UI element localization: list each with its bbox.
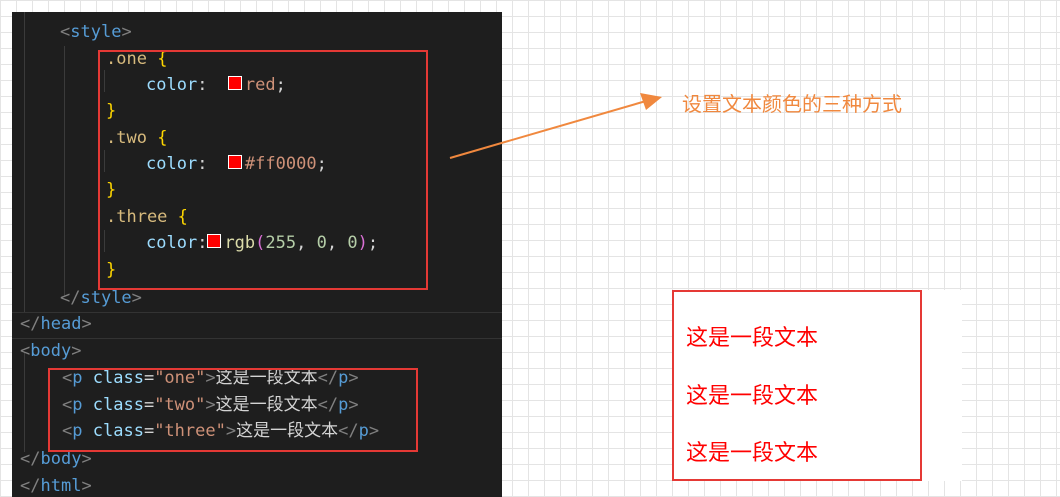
tag-bracket: </ xyxy=(20,449,41,469)
tag-bracket: > xyxy=(121,22,132,42)
code-line-html-close[interactable]: </html> xyxy=(20,473,92,497)
tag-bracket: > xyxy=(71,341,82,361)
tag-bracket: < xyxy=(60,22,71,42)
tag-bracket: > xyxy=(81,476,92,496)
tag-bracket: > xyxy=(81,314,92,334)
tag-bracket: > xyxy=(81,449,92,469)
css-rules-highlight-box xyxy=(98,50,428,290)
tag-bracket: </ xyxy=(20,476,41,496)
code-line-head-close[interactable]: </head> xyxy=(20,311,92,337)
tag-name: body xyxy=(40,449,82,469)
code-line-body-open[interactable]: <body> xyxy=(20,338,81,364)
paragraphs-highlight-box xyxy=(48,368,418,452)
annotation-caption: 设置文本颜色的三种方式 xyxy=(682,92,902,116)
rendered-preview: 这是一段文本 这是一段文本 这是一段文本 xyxy=(672,290,922,481)
preview-paragraph-two: 这是一段文本 xyxy=(686,384,819,409)
tag-name: head xyxy=(40,314,82,334)
tag-name: body xyxy=(30,341,72,361)
tag-name: html xyxy=(40,476,82,496)
line-separator xyxy=(12,338,502,339)
preview-paragraph-three: 这是一段文本 xyxy=(686,441,819,466)
tag-bracket: </ xyxy=(20,314,41,334)
preview-paragraph-one: 这是一段文本 xyxy=(686,326,819,351)
arrow-head-icon xyxy=(640,93,662,110)
tag-bracket: </ xyxy=(60,288,81,308)
tag-bracket: > xyxy=(131,288,142,308)
code-line-style-open[interactable]: <style> xyxy=(20,19,132,45)
tag-name: style xyxy=(80,288,132,308)
tag-name: style xyxy=(70,22,122,42)
tag-bracket: < xyxy=(20,341,31,361)
preview-background-strip xyxy=(920,290,962,481)
